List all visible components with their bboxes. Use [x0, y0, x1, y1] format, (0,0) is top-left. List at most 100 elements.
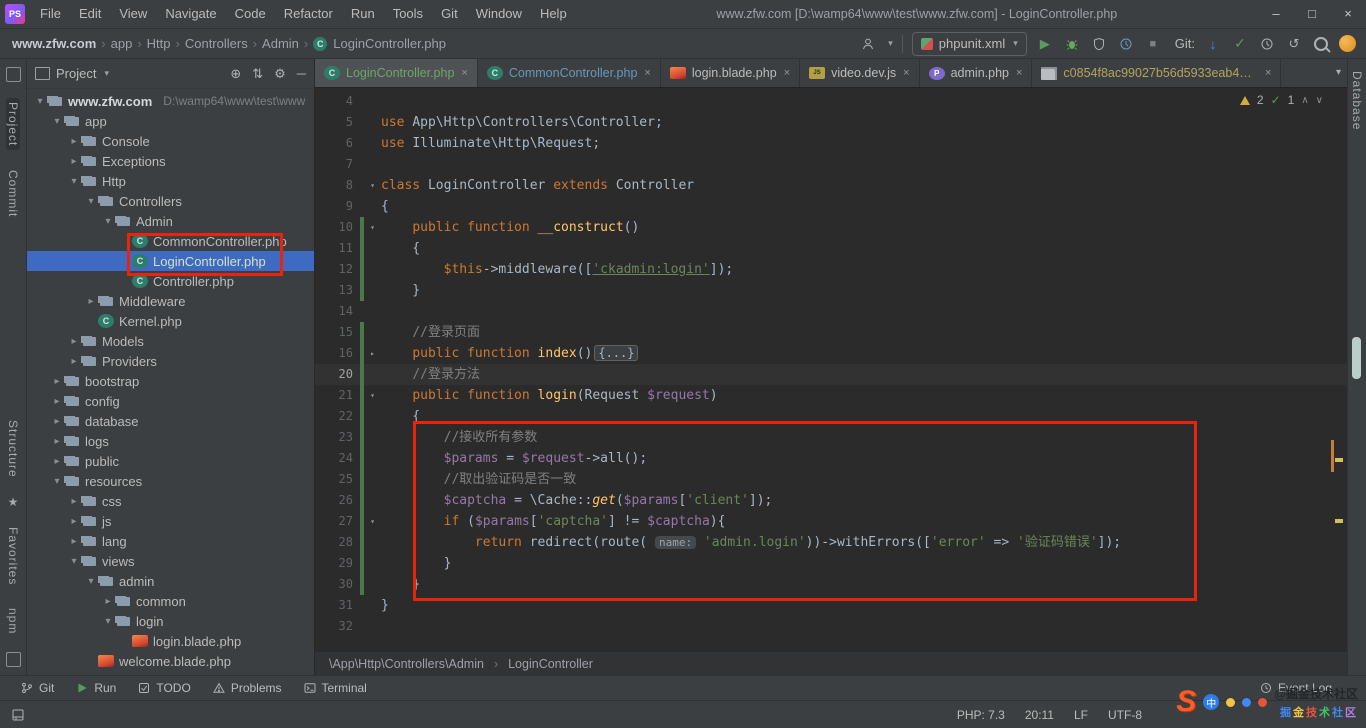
code-line-21[interactable]: 21▾ public function login(Request $reque…: [315, 385, 1347, 406]
code-line-8[interactable]: 8▾class LoginController extends Controll…: [315, 175, 1347, 196]
minimize-button[interactable]: –: [1258, 0, 1294, 28]
maximize-button[interactable]: □: [1294, 0, 1330, 28]
breadcrumb-item-app[interactable]: app: [109, 36, 135, 51]
chevron-down-icon[interactable]: ▾: [67, 556, 81, 567]
breadcrumb-item-www-zfw-com[interactable]: www.zfw.com: [10, 36, 98, 51]
editor-tab-commoncontroller-php[interactable]: CCommonController.php×: [478, 59, 661, 87]
editor-tab-admin-php[interactable]: Padmin.php×: [920, 59, 1033, 87]
code-line-32[interactable]: 32: [315, 616, 1347, 637]
error-stripe-mark[interactable]: [1331, 440, 1334, 472]
tree-item-logs[interactable]: ▸logs: [27, 431, 314, 451]
fold-icon[interactable]: ▾: [364, 217, 381, 238]
close-tab-icon[interactable]: ×: [784, 67, 790, 79]
tree-item-database[interactable]: ▸database: [27, 411, 314, 431]
editor-tab-video-dev-js[interactable]: JSvideo.dev.js×: [800, 59, 920, 87]
code-line-25[interactable]: 25 //取出验证码是否一致: [315, 469, 1347, 490]
close-tab-icon[interactable]: ×: [461, 67, 467, 79]
project-panel-title[interactable]: Project: [56, 66, 96, 81]
code-line-13[interactable]: 13 }: [315, 280, 1347, 301]
tree-item-login[interactable]: ▾login: [27, 611, 314, 631]
code-line-4[interactable]: 4: [315, 91, 1347, 112]
menu-tools[interactable]: Tools: [384, 0, 432, 28]
chevron-right-icon[interactable]: ▸: [50, 436, 64, 447]
error-stripe-mark[interactable]: [1335, 519, 1343, 523]
chevron-down-icon[interactable]: ▾: [84, 576, 98, 587]
toolwindow-button-terminal[interactable]: Terminal: [293, 676, 378, 700]
tree-item-providers[interactable]: ▸Providers: [27, 351, 314, 371]
editor-tab-c0854f8ac99027b56d5933eab437d26e22[interactable]: c0854f8ac99027b56d5933eab437d26e22×: [1032, 59, 1281, 87]
fold-icon[interactable]: ▸: [364, 343, 381, 364]
run-button[interactable]: ▶: [1036, 35, 1054, 53]
chevron-right-icon[interactable]: ▸: [50, 376, 64, 387]
chevron-down-icon[interactable]: ▾: [84, 196, 98, 207]
editor-tab-logincontroller-php[interactable]: CLoginController.php×: [315, 59, 478, 87]
collapse-all-icon[interactable]: ⇅: [252, 66, 263, 82]
tree-item-css[interactable]: ▸css: [27, 491, 314, 511]
tree-item-routes[interactable]: ▸routes: [27, 671, 314, 675]
next-problem-icon[interactable]: ∨: [1316, 95, 1323, 106]
gear-icon[interactable]: ⚙: [274, 66, 286, 82]
debug-button[interactable]: [1063, 35, 1081, 53]
toolwindow-button-run[interactable]: Run: [65, 676, 127, 700]
close-tab-icon[interactable]: ×: [644, 67, 650, 79]
close-tab-icon[interactable]: ×: [1016, 67, 1022, 79]
tree-item-console[interactable]: ▸Console: [27, 131, 314, 151]
tree-item-welcome-blade-php[interactable]: welcome.blade.php: [27, 651, 314, 671]
chevron-down-icon[interactable]: ▾: [104, 68, 109, 79]
chevron-right-icon[interactable]: ▸: [50, 416, 64, 427]
update-project-icon[interactable]: ↓: [1204, 35, 1222, 53]
chevron-right-icon[interactable]: ▸: [67, 496, 81, 507]
menu-run[interactable]: Run: [342, 0, 384, 28]
close-tab-icon[interactable]: ×: [1265, 67, 1271, 79]
menu-edit[interactable]: Edit: [70, 0, 110, 28]
chevron-down-icon[interactable]: ▾: [67, 176, 81, 187]
code-line-22[interactable]: 22 {: [315, 406, 1347, 427]
prev-problem-icon[interactable]: ∧: [1301, 95, 1308, 106]
rollback-icon[interactable]: ↺: [1285, 35, 1303, 53]
error-stripe-mark[interactable]: [1335, 458, 1343, 462]
tab-list-chevron-icon[interactable]: ▾: [1336, 67, 1341, 78]
menu-code[interactable]: Code: [226, 0, 275, 28]
menu-window[interactable]: Window: [467, 0, 531, 28]
tree-item-js[interactable]: ▸js: [27, 511, 314, 531]
breadcrumb-item-controllers[interactable]: Controllers: [183, 36, 250, 51]
code-line-6[interactable]: 6use Illuminate\Http\Request;: [315, 133, 1347, 154]
code-line-24[interactable]: 24 $params = $request->all();: [315, 448, 1347, 469]
chevron-right-icon[interactable]: ▸: [50, 396, 64, 407]
breadcrumb-item-http[interactable]: Http: [145, 36, 173, 51]
tool-stripe-commit[interactable]: Commit: [6, 166, 20, 221]
menu-git[interactable]: Git: [432, 0, 467, 28]
menu-help[interactable]: Help: [531, 0, 576, 28]
run-config-select[interactable]: phpunit.xml ▾: [912, 32, 1027, 56]
tree-item-controller-php[interactable]: CController.php: [27, 271, 314, 291]
tree-item-views[interactable]: ▾views: [27, 551, 314, 571]
fold-icon[interactable]: ▾: [364, 511, 381, 532]
fold-icon[interactable]: ▾: [364, 175, 381, 196]
tree-item-commoncontroller-php[interactable]: CCommonController.php: [27, 231, 314, 251]
editor-tab-login-blade-php[interactable]: login.blade.php×: [661, 59, 800, 87]
layout-icon[interactable]: [12, 709, 24, 721]
chevron-down-icon[interactable]: ▾: [50, 116, 64, 127]
code-line-7[interactable]: 7: [315, 154, 1347, 175]
coverage-button[interactable]: [1090, 35, 1108, 53]
code-line-16[interactable]: 16▸ public function index(){...}: [315, 343, 1347, 364]
code-line-11[interactable]: 11 {: [315, 238, 1347, 259]
tool-stripe-favorites[interactable]: Favorites: [6, 523, 20, 589]
tree-item-login-blade-php[interactable]: login.blade.php: [27, 631, 314, 651]
code-line-27[interactable]: 27▾ if ($params['captcha'] != $captcha){: [315, 511, 1347, 532]
tree-item-www-zfw-com[interactable]: ▾www.zfw.comD:\wamp64\www\test\www: [27, 91, 314, 111]
tree-item-bootstrap[interactable]: ▸bootstrap: [27, 371, 314, 391]
php-version[interactable]: PHP: 7.3: [957, 708, 1005, 722]
close-button[interactable]: ×: [1330, 0, 1366, 28]
chevron-right-icon[interactable]: ▸: [101, 596, 115, 607]
code-editor[interactable]: 45use App\Http\Controllers\Controller;6u…: [315, 88, 1347, 651]
chevron-down-icon[interactable]: ▾: [33, 96, 47, 107]
tree-item-public[interactable]: ▸public: [27, 451, 314, 471]
chevron-down-icon[interactable]: ▾: [101, 216, 115, 227]
code-line-29[interactable]: 29 }: [315, 553, 1347, 574]
menu-file[interactable]: File: [31, 0, 70, 28]
chevron-right-icon[interactable]: ▸: [67, 516, 81, 527]
search-icon[interactable]: [1312, 35, 1330, 53]
code-line-15[interactable]: 15 //登录页面: [315, 322, 1347, 343]
chevron-right-icon[interactable]: ▸: [67, 536, 81, 547]
